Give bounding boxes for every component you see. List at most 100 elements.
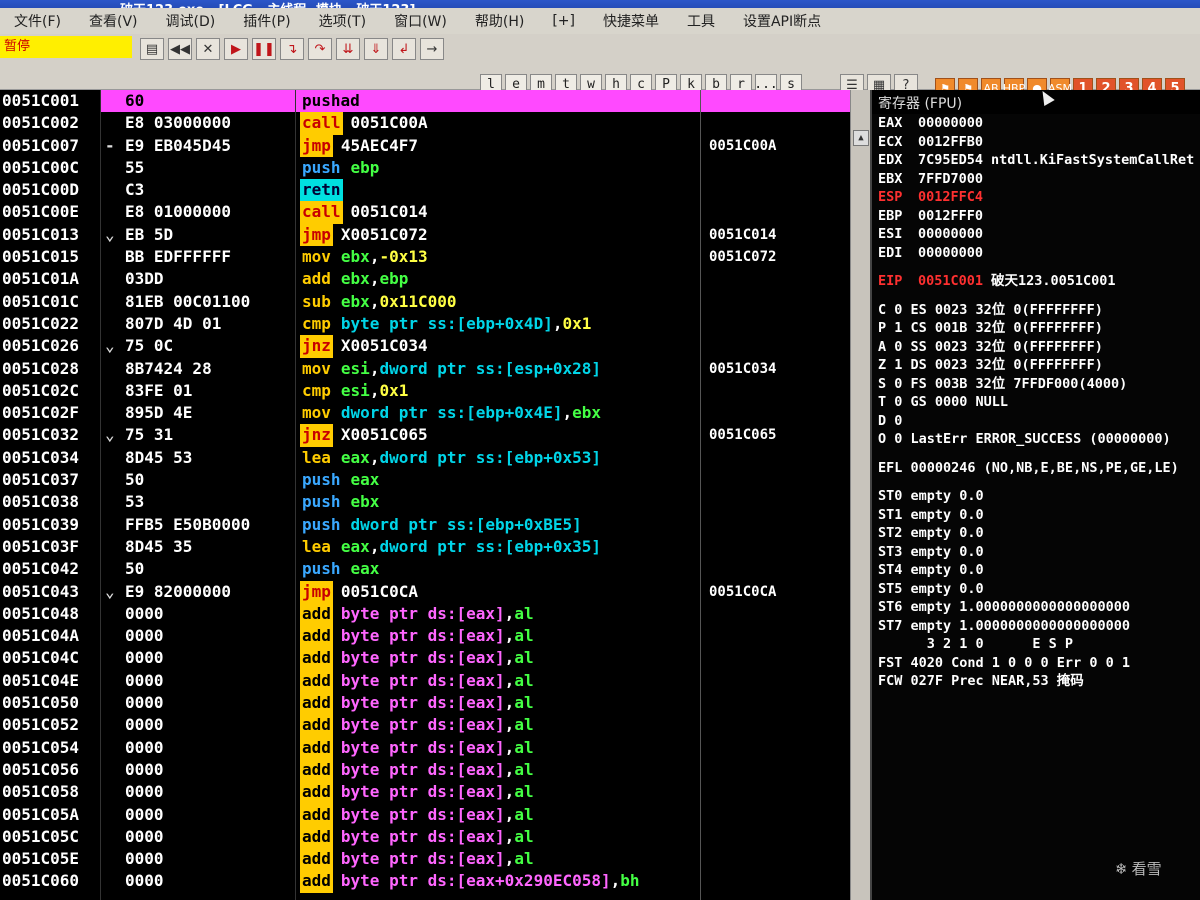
register-edx[interactable]: EDX 7C95ED54 ntdll.KiFastSystemCallRet [872,151,1200,170]
register-ecx[interactable]: ECX 0012FFB0 [872,133,1200,152]
comment-cell[interactable] [701,514,850,536]
register-ebx[interactable]: EBX 7FFD7000 [872,170,1200,189]
comment-cell[interactable] [701,335,850,357]
instruction-row[interactable]: mov esi,dword ptr ss:[esp+0x28] [296,358,700,380]
close-icon[interactable]: ✕ [196,38,220,60]
hex-cell[interactable]: ⌄ EB 5D [101,224,295,246]
open-icon[interactable]: ▤ [140,38,164,60]
address-cell[interactable]: 0051C022 [0,313,100,335]
disasm-scrollbar[interactable]: ▲ [850,90,870,900]
menu-item-10[interactable]: 设置API断点 [729,11,835,31]
address-cell[interactable]: 0051C028 [0,358,100,380]
comment-cell[interactable] [701,469,850,491]
fpu-st4[interactable]: ST4 empty 0.0 [872,561,1200,580]
hex-cell[interactable]: 55 [101,157,295,179]
address-cell[interactable]: 0051C007 [0,135,100,157]
rewind-icon[interactable]: ◀◀ [168,38,192,60]
instruction-row[interactable]: jmp 0051C0CA [296,580,700,603]
instruction-row[interactable]: jnz X0051C034 [296,335,700,358]
instruction-row[interactable]: add byte ptr ds:[eax],al [296,714,700,737]
fpu-st5[interactable]: ST5 empty 0.0 [872,580,1200,599]
hex-cell[interactable]: 807D 4D 01 [101,313,295,335]
comment-cell[interactable] [701,402,850,424]
address-cell[interactable]: 0051C00E [0,201,100,223]
instruction-row[interactable]: add byte ptr ds:[eax],al [296,848,700,871]
address-cell[interactable]: 0051C032 [0,424,100,446]
instruction-row[interactable]: pushad [296,90,700,113]
instruction-row[interactable]: add byte ptr ds:[eax],al [296,647,700,670]
hex-cell[interactable]: - E9 EB045D45 [101,135,295,157]
register-esp[interactable]: ESP 0012FFC4 [872,188,1200,207]
instruction-row[interactable]: add byte ptr ds:[eax],al [296,803,700,826]
address-cell[interactable]: 0051C01A [0,268,100,290]
address-cell[interactable]: 0051C043 [0,581,100,603]
address-cell[interactable]: 0051C015 [0,246,100,268]
address-cell[interactable]: 0051C039 [0,514,100,536]
hex-cell[interactable]: 0000 [101,848,295,870]
comment-cell[interactable] [701,380,850,402]
instruction-row[interactable]: push ebx [296,491,700,513]
hex-cell[interactable]: ⌄ E9 82000000 [101,581,295,603]
hex-cell[interactable]: 50 [101,469,295,491]
menu-item-9[interactable]: 工具 [673,11,729,31]
address-cell[interactable]: 0051C02F [0,402,100,424]
hex-cell[interactable]: 0000 [101,870,295,892]
flag-line-5[interactable]: T 0 GS 0000 NULL [872,393,1200,412]
fpu-st6[interactable]: ST6 empty 1.0000000000000000000 [872,598,1200,617]
comment-cell[interactable] [701,826,850,848]
instruction-row[interactable]: mov dword ptr ss:[ebp+0x4E],ebx [296,402,700,424]
instruction-row[interactable]: call 0051C014 [296,201,700,224]
hex-cell[interactable]: 0000 [101,670,295,692]
register-ebp[interactable]: EBP 0012FFF0 [872,207,1200,226]
fpu-st1[interactable]: ST1 empty 0.0 [872,506,1200,525]
comment-cell[interactable]: 0051C065 [701,424,850,446]
comment-cell[interactable] [701,781,850,803]
fpu-st0[interactable]: ST0 empty 0.0 [872,487,1200,506]
comment-cell[interactable] [701,447,850,469]
hex-cell[interactable]: ⌄ 75 31 [101,424,295,446]
trace-over-icon[interactable]: ⇓ [364,38,388,60]
instruction-row[interactable]: call 0051C00A [296,112,700,135]
instruction-row[interactable]: add byte ptr ds:[eax],al [296,692,700,715]
address-cell[interactable]: 0051C05C [0,826,100,848]
comment-cell[interactable] [701,603,850,625]
menu-item-2[interactable]: 调试(D) [152,11,230,31]
instruction-row[interactable]: add ebx,ebp [296,268,700,290]
instruction-row[interactable]: jmp X0051C072 [296,223,700,247]
comment-cell[interactable] [701,491,850,513]
hex-cell[interactable]: FFB5 E50B0000 [101,514,295,536]
address-cell[interactable]: 0051C034 [0,447,100,469]
address-cell[interactable]: 0051C038 [0,491,100,513]
instruction-row[interactable]: lea eax,dword ptr ss:[ebp+0x35] [296,536,700,558]
address-cell[interactable]: 0051C042 [0,558,100,580]
execute-till-return-icon[interactable]: ↲ [392,38,416,60]
efl-line[interactable]: EFL 00000246 (NO,NB,E,BE,NS,PE,GE,LE) [872,459,1200,478]
hex-cell[interactable]: 0000 [101,737,295,759]
address-cell[interactable]: 0051C00C [0,157,100,179]
address-cell[interactable]: 0051C013 [0,224,100,246]
fpu-st3[interactable]: ST3 empty 0.0 [872,543,1200,562]
hex-cell[interactable]: 8D45 53 [101,447,295,469]
comment-cell[interactable] [701,714,850,736]
flag-line-1[interactable]: P 1 CS 001B 32位 0(FFFFFFFF) [872,319,1200,338]
comment-cell[interactable] [701,692,850,714]
hex-cell[interactable]: 8B7424 28 [101,358,295,380]
instruction-row[interactable]: mov ebx,-0x13 [296,246,700,268]
instruction-row[interactable]: add byte ptr ds:[eax],al [296,781,700,804]
instruction-row[interactable]: push dword ptr ss:[ebp+0xBE5] [296,514,700,536]
hex-cell[interactable]: 0000 [101,759,295,781]
instruction-row[interactable]: add byte ptr ds:[eax],al [296,625,700,648]
menu-item-7[interactable]: [+] [538,13,589,29]
hex-cell[interactable]: 895D 4E [101,402,295,424]
hex-cell[interactable]: 83FE 01 [101,380,295,402]
register-eip[interactable]: EIP 0051C001 破天123.0051C001 [872,272,1200,291]
comment-cell[interactable]: 0051C0CA [701,581,850,603]
hex-cell[interactable]: 81EB 00C01100 [101,291,295,313]
hex-cell[interactable]: 0000 [101,826,295,848]
hex-cell[interactable]: 60 [101,90,295,113]
instruction-row[interactable]: add byte ptr ds:[eax],al [296,758,700,782]
comment-cell[interactable] [701,625,850,647]
comment-cell[interactable] [701,848,850,870]
hex-cell[interactable]: 0000 [101,625,295,647]
comment-cell[interactable] [701,157,850,179]
